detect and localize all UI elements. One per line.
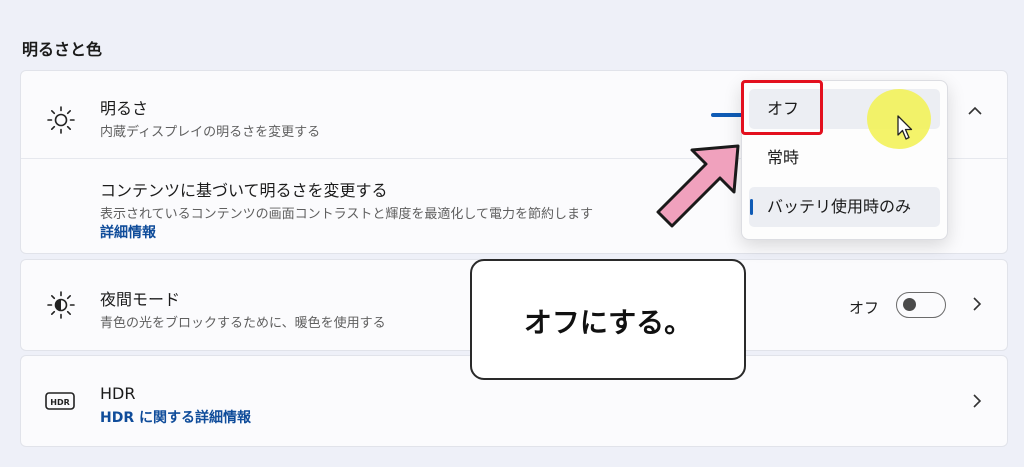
night-light-toggle[interactable] <box>896 292 946 318</box>
toggle-knob <box>903 298 916 311</box>
chevron-right-icon[interactable] <box>969 296 985 316</box>
night-light-title: 夜間モード <box>100 290 181 309</box>
chevron-up-icon[interactable] <box>967 103 983 123</box>
content-adaptive-subtitle: 表示されているコンテンツの画面コントラストと輝度を最適化して電力を節約します <box>100 207 593 222</box>
instruction-callout: オフにする。 <box>470 259 746 380</box>
callout-text: オフにする。 <box>523 306 693 339</box>
selected-indicator <box>750 199 753 215</box>
brightness-title: 明るさ <box>100 99 149 118</box>
hdr-title: HDR <box>100 384 136 403</box>
chevron-right-icon[interactable] <box>969 393 985 413</box>
brightness-subtitle: 内蔵ディスプレイの明るさを変更する <box>100 125 321 140</box>
hdr-icon: HDR <box>45 392 75 410</box>
dropdown-option-battery-only[interactable]: バッテリ使用時のみ <box>749 187 940 227</box>
hdr-details-link[interactable]: HDR に関する詳細情報 <box>100 407 251 427</box>
pointer-arrow-icon <box>656 144 740 228</box>
night-light-icon <box>47 291 75 319</box>
night-light-subtitle: 青色の光をブロックするために、暖色を使用する <box>100 316 386 331</box>
mouse-cursor-icon <box>897 115 913 140</box>
content-adaptive-title: コンテンツに基づいて明るさを変更する <box>100 181 388 200</box>
section-title: 明るさと色 <box>22 40 103 59</box>
sun-icon <box>47 106 75 134</box>
details-link[interactable]: 詳細情報 <box>100 222 156 242</box>
highlight-box <box>741 80 823 135</box>
svg-text:HDR: HDR <box>50 398 70 407</box>
brightness-slider-track[interactable] <box>711 113 745 117</box>
night-light-state-label: オフ <box>849 299 880 317</box>
